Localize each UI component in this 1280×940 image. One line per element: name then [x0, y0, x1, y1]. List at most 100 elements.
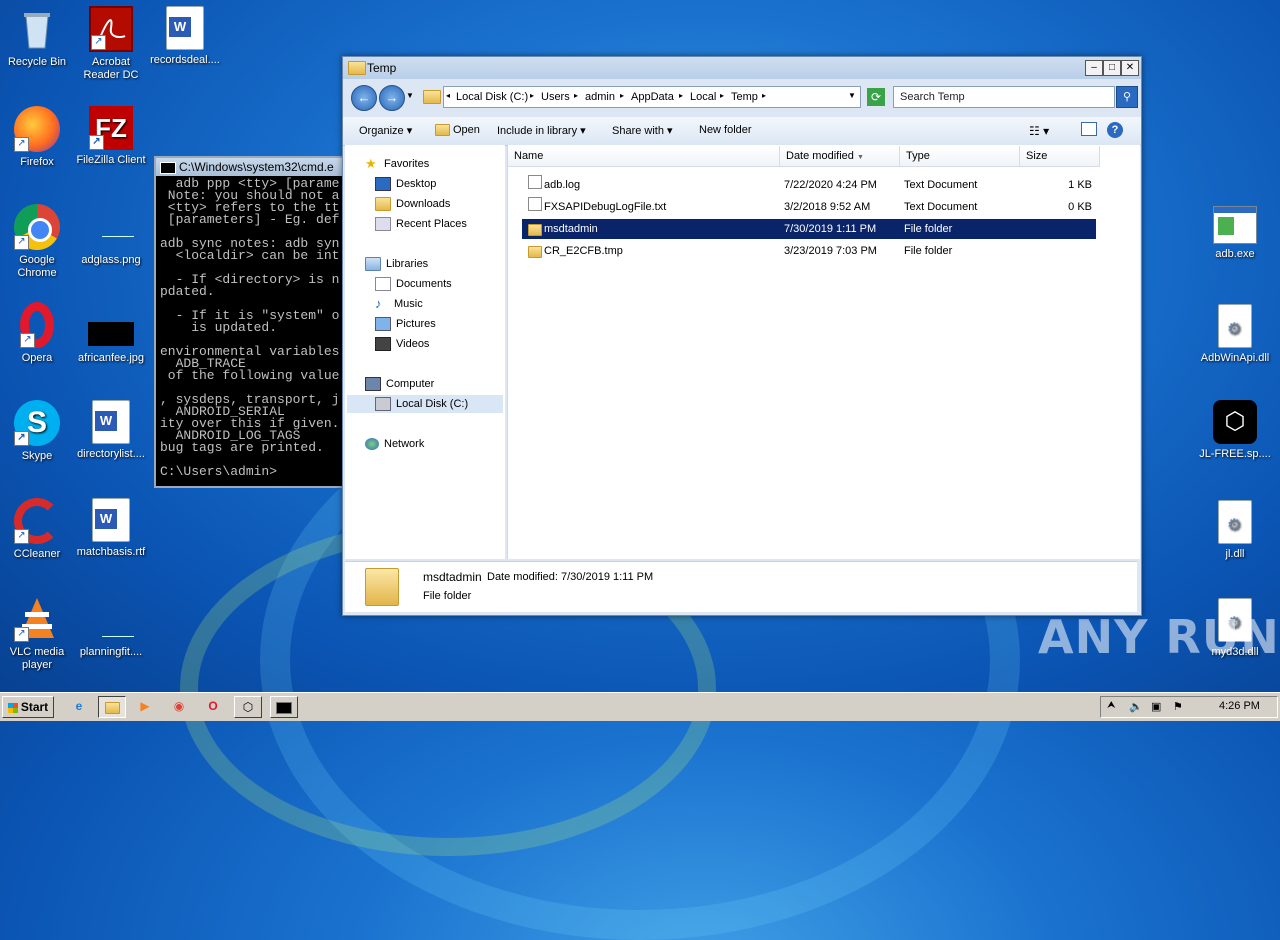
desktop-icon-directorylist[interactable]: W directorylist....	[74, 400, 148, 461]
include-in-library-button[interactable]: Include in library ▾	[497, 124, 586, 137]
view-options-icon[interactable]: ☷ ▾	[1029, 124, 1049, 138]
breadcrumb-arrow[interactable]: ▸	[574, 91, 578, 100]
column-header-type[interactable]: Type	[900, 146, 1020, 167]
recent-pages-dropdown[interactable]: ▼	[406, 91, 414, 100]
open-button[interactable]: Open	[435, 124, 480, 137]
desktop-icon-jl-free[interactable]: ⬡ JL-FREE.sp....	[1198, 400, 1272, 461]
desktop-icon-matchbasis[interactable]: W matchbasis.rtf	[74, 498, 148, 559]
image-file-icon	[88, 302, 134, 348]
nav-music[interactable]: ♪ Music	[375, 295, 423, 313]
desktop-icon-adbwinapi[interactable]: ⚙ AdbWinApi.dll	[1198, 304, 1272, 365]
new-folder-button[interactable]: New folder	[699, 124, 752, 136]
network-tray-icon[interactable]: ▣	[1151, 700, 1161, 713]
column-header-size[interactable]: Size	[1020, 146, 1100, 167]
preview-pane-icon[interactable]	[1081, 122, 1097, 136]
breadcrumb-arrow[interactable]: ▸	[530, 91, 534, 100]
share-with-button[interactable]: Share with ▾	[612, 124, 673, 137]
cmd-title-bar[interactable]: C:\Windows\system32\cmd.e	[156, 158, 346, 176]
close-button[interactable]: ✕	[1121, 60, 1139, 76]
cmd-taskbar-button[interactable]	[270, 696, 298, 718]
desktop-icon-jl-dll[interactable]: ⚙ jl.dll	[1198, 500, 1272, 561]
search-icon[interactable]: ⚲	[1116, 86, 1138, 108]
action-center-icon[interactable]: ⚑	[1173, 700, 1183, 713]
details-pane: msdtadmin Date modified: 7/30/2019 1:11 …	[345, 561, 1137, 612]
nav-libraries[interactable]: Libraries	[365, 255, 428, 273]
breadcrumb-arrow[interactable]: ▸	[620, 91, 624, 100]
help-icon[interactable]: ?	[1107, 122, 1123, 138]
file-row[interactable]: msdtadmin 7/30/2019 1:11 PM File folder	[522, 219, 1096, 239]
explorer-taskbar-button[interactable]	[98, 696, 126, 718]
explorer-title-bar[interactable]: Temp – □ ✕	[343, 57, 1141, 79]
address-bar[interactable]: ◂ Local Disk (C:) ▸ Users ▸ admin ▸ AppD…	[443, 86, 861, 108]
nav-downloads[interactable]: Downloads	[375, 195, 450, 213]
desktop-icon-acrobat[interactable]: ↗ Acrobat Reader DC	[74, 6, 148, 82]
file-row[interactable]: adb.log 7/22/2020 4:24 PM Text Document 1 K…	[522, 175, 1096, 195]
explorer-window[interactable]: Temp – □ ✕ ← → ▼ ◂ Local Disk (C:) ▸ Use…	[342, 56, 1142, 616]
start-button[interactable]: Start	[2, 696, 54, 718]
nav-pictures[interactable]: Pictures	[375, 315, 436, 333]
speaker-icon[interactable]: 🔈	[1129, 700, 1143, 713]
breadcrumb-item[interactable]: Local Disk (C:)	[456, 91, 528, 103]
desktop-icon-chrome[interactable]: ↗ Google Chrome	[0, 204, 74, 280]
opera-icon: ↗	[20, 302, 54, 348]
address-dropdown[interactable]: ▼	[848, 91, 856, 100]
maximize-button[interactable]: □	[1103, 60, 1121, 76]
nav-network[interactable]: Network	[365, 435, 424, 453]
box-icon: ⬡	[1213, 400, 1257, 444]
show-hidden-icons[interactable]: ⮝	[1107, 700, 1116, 711]
desktop-icon-vlc[interactable]: ↗ VLC media player	[0, 596, 74, 672]
breadcrumb-arrow[interactable]: ◂	[446, 91, 450, 100]
breadcrumb-item[interactable]: Users	[541, 91, 570, 103]
desktop-icon-recycle-bin[interactable]: Recycle Bin	[0, 6, 74, 69]
skype-icon: S ↗	[14, 400, 60, 446]
organize-button[interactable]: Organize ▾	[359, 124, 412, 137]
nav-desktop[interactable]: Desktop	[375, 175, 436, 193]
desktop-icon-planningfit[interactable]: planningfit....	[74, 596, 148, 659]
folder-icon	[423, 90, 441, 104]
refresh-icon[interactable]: ⟳	[867, 88, 885, 106]
column-header-name[interactable]: Name	[508, 146, 780, 167]
desktop-icon-opera[interactable]: ↗ Opera	[0, 302, 74, 365]
breadcrumb-item[interactable]: admin	[585, 91, 615, 103]
search-input[interactable]: Search Temp ⚲	[893, 86, 1138, 108]
desktop-icon-label: Google Chrome	[17, 254, 57, 279]
desktop-icon-filezilla[interactable]: FZ ↗ FileZilla Client	[74, 106, 148, 167]
chrome-taskbar-icon[interactable]: ◉	[166, 696, 192, 716]
nav-videos[interactable]: Videos	[375, 335, 429, 353]
breadcrumb-item[interactable]: Temp	[731, 91, 758, 103]
desktop-icon-adglass[interactable]: adglass.png	[74, 204, 148, 267]
desktop-icon-africanfee[interactable]: africanfee.jpg	[74, 302, 148, 365]
breadcrumb-arrow[interactable]: ▸	[720, 91, 724, 100]
desktop-icon-skype[interactable]: S ↗ Skype	[0, 400, 74, 463]
desktop-icon-recordsdeal[interactable]: W recordsdeal....	[148, 6, 222, 67]
acrobat-icon: ↗	[89, 6, 133, 52]
breadcrumb-arrow[interactable]: ▸	[762, 91, 766, 100]
nav-recent-places[interactable]: Recent Places	[375, 215, 467, 233]
jl-free-taskbar-button[interactable]: ⬡	[234, 696, 262, 718]
file-row[interactable]: CR_E2CFB.tmp 3/23/2019 7:03 PM File folder	[522, 241, 1096, 261]
nav-documents[interactable]: Documents	[375, 275, 452, 293]
videos-icon	[375, 337, 391, 352]
column-header-date[interactable]: Date modified ▼	[780, 146, 900, 167]
file-row[interactable]: FXSAPIDebugLogFile.txt 3/2/2018 9:52 AM Te…	[522, 197, 1096, 217]
desktop-icon-firefox[interactable]: ↗ Firefox	[0, 106, 74, 169]
minimize-button[interactable]: –	[1085, 60, 1103, 76]
breadcrumb-arrow[interactable]: ▸	[679, 91, 683, 100]
forward-button[interactable]: →	[379, 85, 405, 111]
media-player-icon[interactable]: ▶	[132, 696, 158, 716]
desktop-icon-adb-exe[interactable]: adb.exe	[1198, 206, 1272, 261]
folder-icon	[528, 224, 542, 236]
nav-favorites[interactable]: ★ Favorites	[365, 155, 429, 173]
clock[interactable]: 4:26 PM	[1219, 700, 1260, 712]
ie-icon[interactable]: e	[66, 696, 92, 716]
opera-taskbar-icon[interactable]: O	[200, 696, 226, 716]
breadcrumb-item[interactable]: AppData	[631, 91, 674, 103]
firefox-icon: ↗	[14, 106, 60, 152]
nav-local-disk[interactable]: Local Disk (C:)	[347, 395, 503, 413]
back-button[interactable]: ←	[351, 85, 377, 111]
nav-computer[interactable]: Computer	[365, 375, 434, 393]
desktop-icon-ccleaner[interactable]: ↗ CCleaner	[0, 498, 74, 561]
cmd-window[interactable]: C:\Windows\system32\cmd.e adb ppp <tty> …	[154, 156, 348, 488]
documents-icon	[375, 277, 391, 292]
breadcrumb-item[interactable]: Local	[690, 91, 716, 103]
